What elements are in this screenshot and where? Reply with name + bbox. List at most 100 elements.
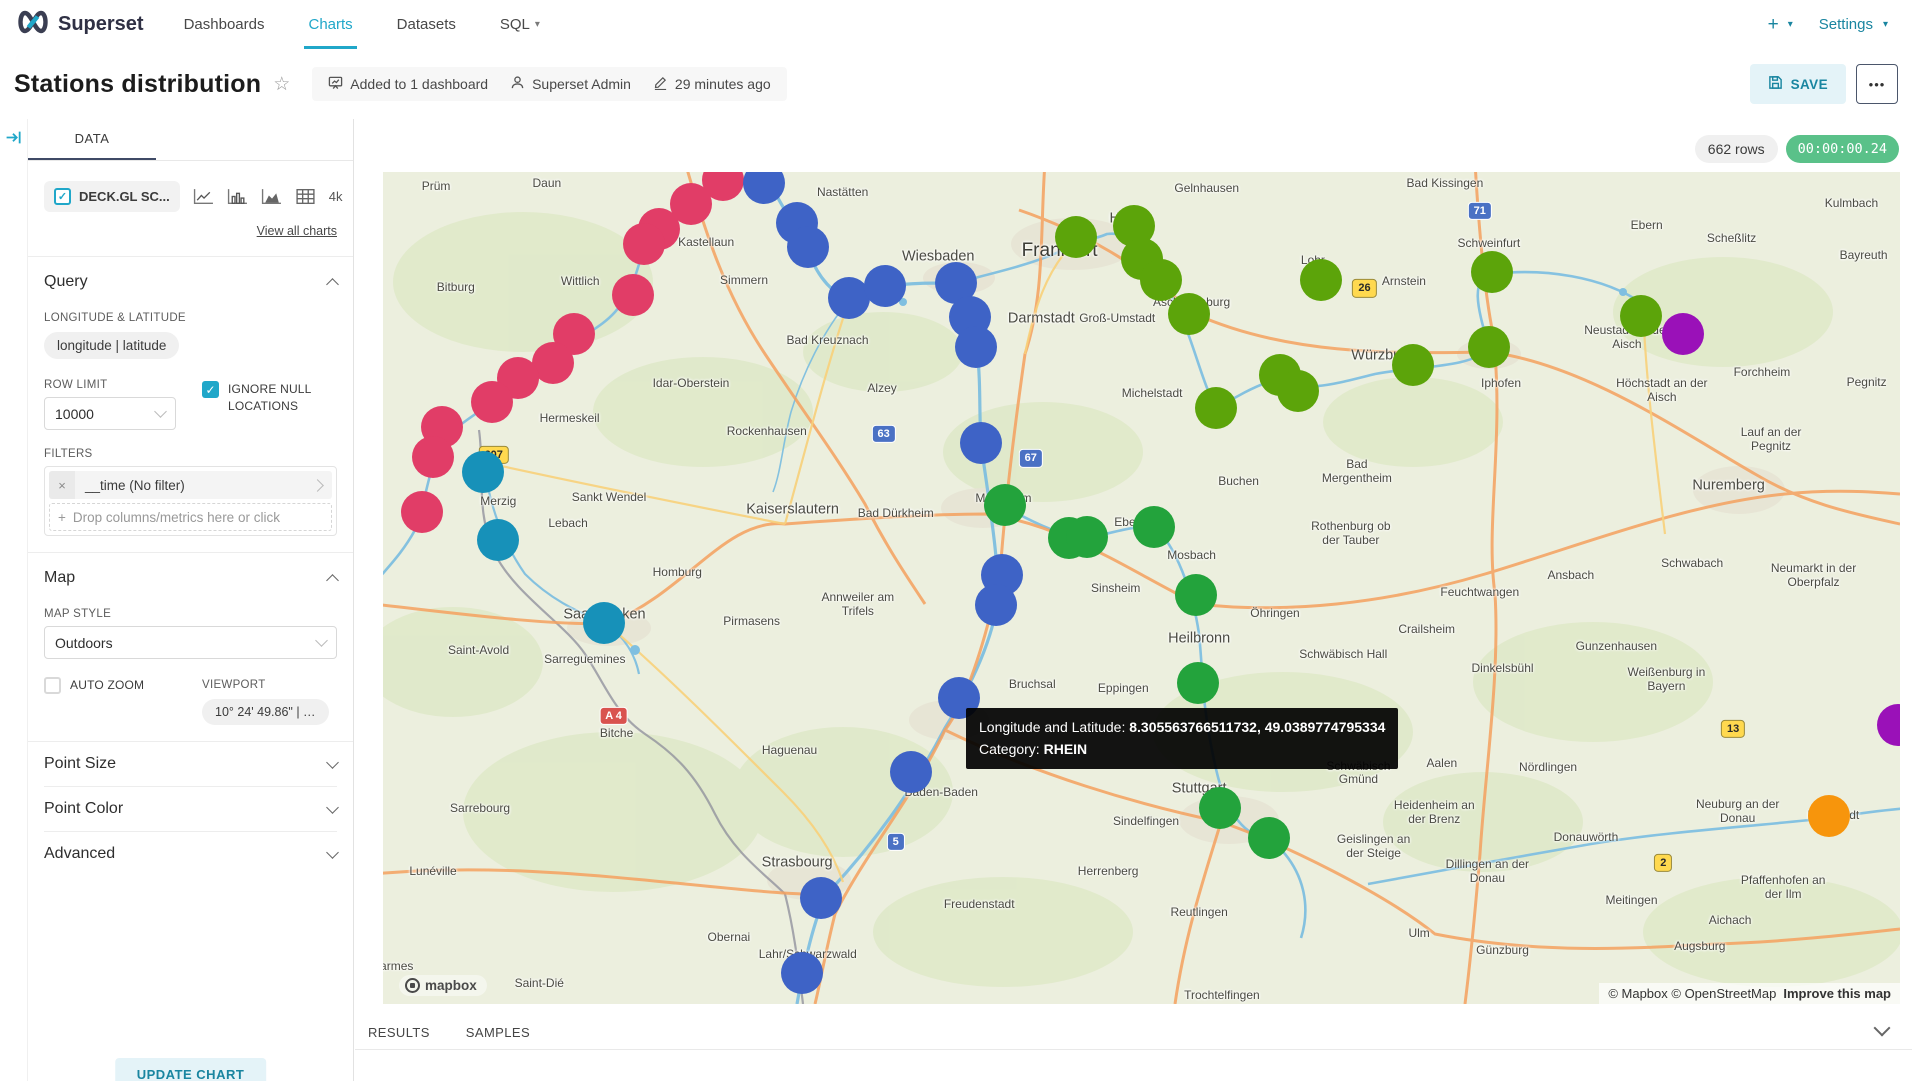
map-point-purple[interactable] xyxy=(1662,313,1704,355)
section-query[interactable]: Query xyxy=(44,273,337,291)
map-point-olive-green[interactable] xyxy=(1300,259,1342,301)
section-advanced[interactable]: Advanced xyxy=(44,831,337,876)
table-icon[interactable] xyxy=(295,188,316,205)
filter-item-time[interactable]: × __time (No filter) xyxy=(49,471,332,499)
area-chart-icon[interactable] xyxy=(261,188,282,205)
chevron-down-icon xyxy=(326,801,339,814)
map-point-teal-blue[interactable] xyxy=(477,519,519,561)
map-attribution: © Mapbox © OpenStreetMap Improve this ma… xyxy=(1599,983,1900,1004)
map-point-royal-blue[interactable] xyxy=(975,584,1017,626)
map-point-pink[interactable] xyxy=(612,274,654,316)
map-point-pink[interactable] xyxy=(401,491,443,533)
settings-menu[interactable]: Settings▾ xyxy=(1819,16,1888,33)
map-city-label: Saint-Avold xyxy=(448,644,509,658)
map-point-royal-blue[interactable] xyxy=(890,751,932,793)
viz-type-label: DECK.GL SC... xyxy=(79,189,170,204)
map-city-label: Ansbach xyxy=(1547,569,1594,583)
collapse-results-icon[interactable] xyxy=(1876,1021,1888,1039)
lonlat-chip[interactable]: longitude | latitude xyxy=(44,332,179,359)
map-point-royal-blue[interactable] xyxy=(864,265,906,307)
section-point-size[interactable]: Point Size xyxy=(44,742,337,786)
tab-data[interactable]: DATA xyxy=(28,119,156,160)
ignore-null-checkbox[interactable]: ✓ xyxy=(202,381,219,398)
map-point-orange[interactable] xyxy=(1808,795,1850,837)
deckgl-map[interactable]: PrümDaunNastättenGelnhausenBad Kissingen… xyxy=(383,172,1900,1004)
last-modified-badge[interactable]: 29 minutes ago xyxy=(653,75,771,93)
more-actions-button[interactable]: ••• xyxy=(1856,64,1898,104)
map-point-green[interactable] xyxy=(1066,516,1108,558)
map-city-label: Heidenheim an der Brenz xyxy=(1388,800,1480,828)
line-chart-icon[interactable] xyxy=(193,188,214,205)
mapbox-logo[interactable]: mapbox xyxy=(399,975,487,996)
superset-logo[interactable]: Superset xyxy=(0,0,162,49)
viz-type-chip[interactable]: ✓ DECK.GL SC... xyxy=(44,181,180,212)
user-icon xyxy=(510,75,525,93)
map-point-olive-green[interactable] xyxy=(1620,295,1662,337)
map-point-green[interactable] xyxy=(1175,574,1217,616)
map-point-olive-green[interactable] xyxy=(1195,387,1237,429)
nav-item-dashboards[interactable]: Dashboards xyxy=(162,0,287,49)
map-point-green[interactable] xyxy=(1133,506,1175,548)
map-point-green[interactable] xyxy=(1199,787,1241,829)
map-point-olive-green[interactable] xyxy=(1468,326,1510,368)
tab-samples[interactable]: SAMPLES xyxy=(466,1025,530,1040)
row-limit-select[interactable]: 10000 xyxy=(44,397,176,430)
map-city-label: Obernai xyxy=(708,931,751,945)
section-point-color[interactable]: Point Color xyxy=(44,786,337,831)
map-city-label: Kaiserslautern xyxy=(746,501,839,518)
map-point-green[interactable] xyxy=(1177,662,1219,704)
big-number-icon[interactable]: 4k xyxy=(329,189,343,204)
bar-chart-icon[interactable] xyxy=(227,188,248,205)
map-city-label: Reutlingen xyxy=(1170,906,1227,920)
map-point-royal-blue[interactable] xyxy=(800,877,842,919)
results-panel-tabs: RESULTS SAMPLES xyxy=(355,1015,1912,1050)
map-style-select[interactable]: Outdoors xyxy=(44,626,337,659)
new-item-button[interactable]: +▾ xyxy=(1768,14,1793,36)
map-city-label: Pegnitz xyxy=(1847,376,1887,390)
map-point-pink[interactable] xyxy=(623,223,665,265)
improve-map-link[interactable]: Improve this map xyxy=(1783,986,1891,1001)
map-point-teal-blue[interactable] xyxy=(583,602,625,644)
auto-zoom-checkbox[interactable] xyxy=(44,677,61,694)
map-point-pink[interactable] xyxy=(471,381,513,423)
map-point-olive-green[interactable] xyxy=(1140,259,1182,301)
tab-results[interactable]: RESULTS xyxy=(368,1025,430,1040)
save-button[interactable]: SAVE xyxy=(1750,64,1846,104)
road-shield: 5 xyxy=(887,833,905,851)
update-chart-button[interactable]: UPDATE CHART xyxy=(115,1058,267,1081)
nav-item-datasets[interactable]: Datasets xyxy=(375,0,478,49)
map-point-pink[interactable] xyxy=(412,436,454,478)
map-city-label: Pirmasens xyxy=(723,615,780,629)
map-point-olive-green[interactable] xyxy=(1055,216,1097,258)
nav-item-sql[interactable]: SQL▾ xyxy=(478,0,562,49)
chevron-up-icon xyxy=(326,574,339,587)
nav-item-charts[interactable]: Charts xyxy=(286,0,374,49)
map-point-green[interactable] xyxy=(984,484,1026,526)
map-city-label: Bruchsal xyxy=(1009,678,1056,692)
map-point-royal-blue[interactable] xyxy=(960,422,1002,464)
map-city-label: Scheßlitz xyxy=(1707,232,1756,246)
pencil-icon xyxy=(653,75,668,93)
filter-drop-zone[interactable]: + Drop columns/metrics here or click xyxy=(49,503,332,531)
map-point-royal-blue[interactable] xyxy=(955,326,997,368)
dashboards-badge[interactable]: Added to 1 dashboard xyxy=(328,75,488,93)
map-point-royal-blue[interactable] xyxy=(787,226,829,268)
map-point-olive-green[interactable] xyxy=(1471,251,1513,293)
viewport-chip[interactable]: 10° 24' 49.86" | … xyxy=(202,699,329,725)
save-floppy-icon xyxy=(1768,75,1783,93)
remove-filter-icon[interactable]: × xyxy=(49,471,75,499)
map-point-olive-green[interactable] xyxy=(1392,344,1434,386)
owner-badge[interactable]: Superset Admin xyxy=(510,75,631,93)
map-point-royal-blue[interactable] xyxy=(781,952,823,994)
expand-panel-icon[interactable] xyxy=(5,129,23,147)
view-all-charts-link[interactable]: View all charts xyxy=(257,224,337,238)
row-count-badge: 662 rows xyxy=(1695,135,1778,163)
map-point-olive-green[interactable] xyxy=(1168,293,1210,335)
map-city-label: Iphofen xyxy=(1481,377,1521,391)
favorite-star-icon[interactable]: ☆ xyxy=(273,73,290,96)
map-point-teal-blue[interactable] xyxy=(462,451,504,493)
section-map[interactable]: Map xyxy=(44,569,337,587)
map-point-olive-green[interactable] xyxy=(1277,370,1319,412)
map-point-green[interactable] xyxy=(1248,817,1290,859)
map-city-label: Crailsheim xyxy=(1398,624,1455,638)
